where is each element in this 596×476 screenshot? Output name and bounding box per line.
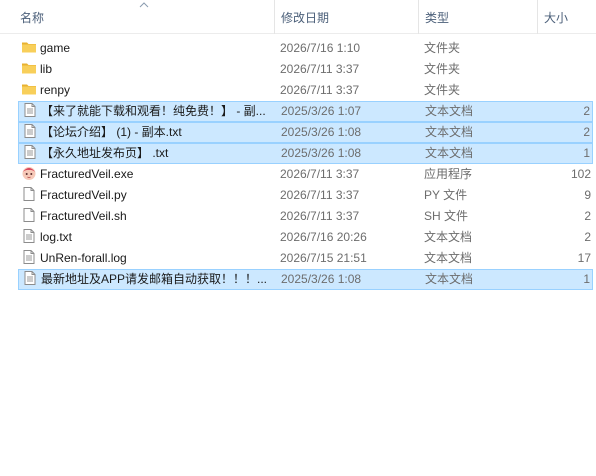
file-modified-date: 2026/7/11 3:37 [280,62,360,76]
file-modified-date: 2026/7/16 1:10 [280,41,361,55]
column-header-type[interactable]: 类型 [418,0,537,34]
file-name: FracturedVeil.py [40,188,127,202]
file-name: FracturedVeil.exe [40,167,134,181]
file-modified-date: 2026/7/15 21:51 [280,251,367,265]
file-name: UnRen-forall.log [40,251,127,265]
file-type: 文本文档 [425,272,474,286]
file-modified-date: 2026/7/11 3:37 [280,83,360,97]
file-size: 2 [583,104,590,118]
folder-icon [21,60,37,79]
column-header-size[interactable]: 大小 [537,0,596,34]
file-row-9[interactable]: log.txt 2026/7/16 20:26 文本文档 2 [18,227,593,248]
file-name: log.txt [40,230,73,244]
file-size: 1 [583,272,590,286]
file-size [531,38,591,57]
file-type: 应用程序 [424,167,473,181]
file-row-4[interactable]: 【论坛介绍】 (1) - 副本.txt 2025/3/26 1:08 文本文档 … [18,122,593,143]
file-size: 2 [583,125,590,139]
folder-icon [21,81,37,100]
file-size: 1 [583,146,590,160]
file-name: 最新地址及APP请发邮箱自动获取！！！... [41,272,268,286]
file-size: 17 [577,251,591,265]
text-file-icon [22,102,38,121]
file-name: 【永久地址发布页】 .txt [41,146,169,160]
file-name: 【来了就能下载和观看！纯免费！】 - 副... [41,104,266,118]
file-type: 文件夹 [424,41,461,55]
file-modified-date: 2026/7/11 3:37 [280,209,360,223]
file-name: 【论坛介绍】 (1) - 副本.txt [41,125,182,139]
file-modified-date: 2025/3/26 1:08 [281,272,362,286]
file-row-2[interactable]: renpy 2026/7/11 3:37 文件夹 [18,80,593,101]
column-header-name[interactable]: 名称 [14,0,274,34]
file-row-1[interactable]: lib 2026/7/11 3:37 文件夹 [18,59,593,80]
file-row-0[interactable]: game 2026/7/16 1:10 文件夹 [18,38,593,59]
file-size [531,59,591,78]
file-row-8[interactable]: FracturedVeil.sh 2026/7/11 3:37 SH 文件 2 [18,206,593,227]
file-name: game [40,41,71,55]
blank-file-icon [21,186,37,205]
column-header-date[interactable]: 修改日期 [274,0,418,34]
file-type: 文本文档 [425,125,474,139]
file-modified-date: 2026/7/11 3:37 [280,167,360,181]
folder-icon [21,39,37,58]
text-file-icon [21,228,37,247]
text-file-icon [22,144,38,163]
file-type: 文件夹 [424,83,461,97]
column-header-bar: 名称 修改日期 类型 大小 [0,0,596,34]
file-explorer-window: 名称 修改日期 类型 大小 game 2026/7/16 1:10 文件夹 li… [0,0,596,476]
text-file-icon [22,270,38,289]
file-row-7[interactable]: FracturedVeil.py 2026/7/11 3:37 PY 文件 9 [18,185,593,206]
file-type: 文件夹 [424,62,461,76]
file-name: lib [40,62,53,76]
file-modified-date: 2026/7/11 3:37 [280,188,360,202]
file-name: renpy [40,83,71,97]
file-row-5[interactable]: 【永久地址发布页】 .txt 2025/3/26 1:08 文本文档 1 [18,143,593,164]
file-row-6[interactable]: FracturedVeil.exe 2026/7/11 3:37 应用程序 10… [18,164,593,185]
file-size: 2 [584,209,591,223]
text-file-icon [21,249,37,268]
file-size [531,80,591,99]
file-row-11[interactable]: 最新地址及APP请发邮箱自动获取！！！... 2025/3/26 1:08 文本… [18,269,593,290]
file-modified-date: 2025/3/26 1:08 [281,125,362,139]
blank-file-icon [21,207,37,226]
file-modified-date: 2025/3/26 1:08 [281,146,362,160]
file-modified-date: 2025/3/26 1:07 [281,104,362,118]
file-type: 文本文档 [425,104,474,118]
file-type: SH 文件 [424,209,469,223]
app-icon [21,165,37,184]
file-modified-date: 2026/7/16 20:26 [280,230,367,244]
file-row-3[interactable]: 【来了就能下载和观看！纯免费！】 - 副... 2025/3/26 1:07 文… [18,101,593,122]
file-type: 文本文档 [424,230,473,244]
file-size: 9 [584,188,591,202]
text-file-icon [22,123,38,142]
file-type: PY 文件 [424,188,468,202]
file-name: FracturedVeil.sh [40,209,127,223]
file-type: 文本文档 [425,146,474,160]
file-size: 2 [584,230,591,244]
file-size: 102 [570,167,591,181]
file-row-10[interactable]: UnRen-forall.log 2026/7/15 21:51 文本文档 17 [18,248,593,269]
file-type: 文本文档 [424,251,473,265]
